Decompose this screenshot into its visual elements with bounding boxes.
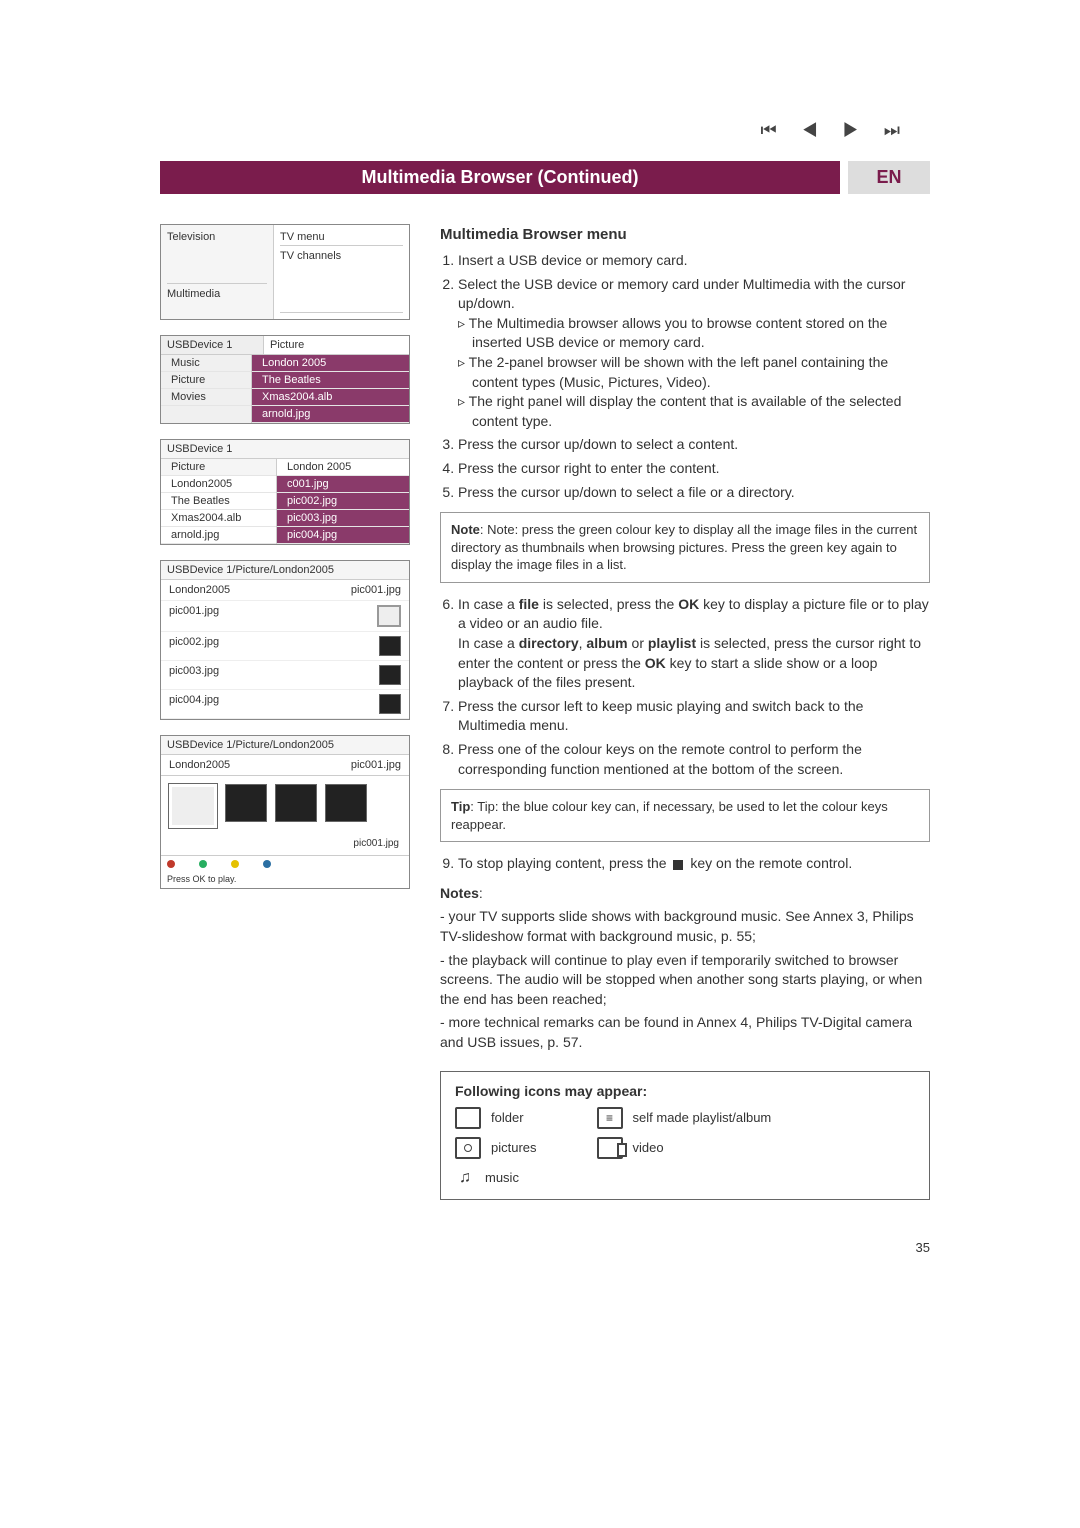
breadcrumb: USBDevice 1/Picture/London2005 — [161, 561, 409, 580]
usb-folder-panel: USBDevice 1 Picture London2005 The Beatl… — [160, 439, 410, 545]
substep-text: The Multimedia browser allows you to bro… — [469, 315, 888, 351]
list-item[interactable]: The Beatles — [252, 372, 409, 389]
blue-key-icon — [263, 860, 271, 868]
red-key-icon — [167, 860, 175, 868]
list-item[interactable]: pic001.jpg — [169, 605, 219, 627]
notes-block: Notes: - your TV supports slide shows wi… — [440, 884, 930, 1053]
list-item[interactable]: London2005 — [161, 476, 276, 493]
language-badge: EN — [848, 161, 930, 194]
step-text: To stop playing content, press the key o… — [458, 854, 930, 874]
thumbnail-icon — [379, 694, 401, 714]
header-row: Multimedia Browser (Continued) EN — [160, 161, 930, 194]
tv-label: Television — [167, 231, 267, 243]
step-text: Select the USB device or memory card und… — [458, 275, 930, 432]
player-hint: Press OK to play. — [161, 872, 409, 888]
step-text: In case a file is selected, press the OK… — [458, 595, 930, 693]
stop-key-icon — [673, 860, 683, 870]
music-icon — [455, 1167, 475, 1189]
step-text: Press one of the colour keys on the remo… — [458, 740, 930, 779]
folder-icon — [455, 1107, 481, 1129]
list-header: Picture — [161, 459, 276, 476]
pictures-icon — [455, 1137, 481, 1159]
list-item[interactable]: Xmas2004.alb — [161, 510, 276, 527]
usb-title: USBDevice 1 — [161, 336, 264, 354]
step-text: Press the cursor up/down to select a con… — [458, 435, 930, 455]
icon-label: music — [485, 1169, 519, 1187]
list-item[interactable]: pic002.jpg — [277, 493, 409, 510]
playlist-icon — [597, 1107, 623, 1129]
list-item[interactable]: Xmas2004.alb — [252, 389, 409, 406]
icon-label: pictures — [491, 1139, 537, 1157]
selected-file: pic001.jpg — [351, 584, 401, 596]
list-item[interactable]: The Beatles — [161, 493, 276, 510]
preview-thumbnail[interactable] — [275, 784, 317, 822]
step-text: Press the cursor left to keep music play… — [458, 697, 930, 736]
list-item[interactable]: pic004.jpg — [169, 694, 219, 714]
list-item[interactable]: pic003.jpg — [169, 665, 219, 685]
thumbnail-caption: pic001.jpg — [161, 836, 409, 855]
thumbnail-icon — [377, 605, 401, 627]
usb-content-panel: USBDevice 1 Picture Music Picture Movies… — [160, 335, 410, 424]
icon-legend-heading: Following icons may appear: — [455, 1083, 647, 1099]
preview-thumbnail[interactable] — [169, 784, 217, 828]
icon-legend-box: Following icons may appear: folder pictu… — [440, 1071, 930, 1201]
step-text: Press the cursor right to enter the cont… — [458, 459, 930, 479]
list-item[interactable]: pic004.jpg — [277, 527, 409, 544]
breadcrumb: USBDevice 1 — [161, 440, 409, 459]
folder-title: London2005 — [169, 759, 230, 771]
list-item[interactable]: pic002.jpg — [169, 636, 219, 656]
preview-thumbnail[interactable] — [325, 784, 367, 822]
selected-file: pic001.jpg — [351, 759, 401, 771]
page-nav-icons: ⏮ ◀ ▶ ⏭ — [160, 120, 930, 161]
list-item[interactable]: pic003.jpg — [277, 510, 409, 527]
icon-label: self made playlist/album — [633, 1109, 772, 1127]
list-item[interactable]: arnold.jpg — [161, 527, 276, 544]
video-icon — [597, 1137, 623, 1159]
folder-title: London2005 — [169, 584, 230, 596]
list-item[interactable]: Music — [161, 355, 251, 372]
preview-panel: USBDevice 1/Picture/London2005 London200… — [160, 735, 410, 889]
list-item[interactable]: London 2005 — [252, 355, 409, 372]
multimedia-label: Multimedia — [167, 283, 267, 300]
icon-label: folder — [491, 1109, 524, 1127]
icon-label: video — [633, 1139, 664, 1157]
list-header: London 2005 — [277, 459, 409, 476]
tv-channels-item[interactable]: TV channels — [280, 246, 403, 262]
substep-text: The 2-panel browser will be shown with t… — [469, 354, 888, 390]
usb-right-title: Picture — [264, 336, 409, 354]
step-text: Press the cursor up/down to select a fil… — [458, 483, 930, 503]
step-text: Insert a USB device or memory card. — [458, 251, 930, 271]
file-list-panel: USBDevice 1/Picture/London2005 London200… — [160, 560, 410, 720]
list-item[interactable]: Picture — [161, 372, 251, 389]
thumbnail-icon — [379, 665, 401, 685]
thumbnail-icon — [379, 636, 401, 656]
list-item[interactable]: c001.jpg — [277, 476, 409, 493]
section-heading: Multimedia Browser menu — [440, 224, 930, 245]
preview-thumbnail[interactable] — [225, 784, 267, 822]
list-item[interactable]: Movies — [161, 389, 251, 406]
page-number: 35 — [160, 1240, 930, 1255]
tv-menu-panel: Television Multimedia TV menu TV channel… — [160, 224, 410, 320]
tip-box: Tip: Tip: the blue colour key can, if ne… — [440, 789, 930, 842]
list-item[interactable]: arnold.jpg — [252, 406, 409, 423]
tv-menu-item[interactable]: TV menu — [280, 231, 403, 246]
yellow-key-icon — [231, 860, 239, 868]
note-box: Note: Note: press the green colour key t… — [440, 512, 930, 583]
substep-text: The right panel will display the content… — [469, 393, 902, 429]
breadcrumb: USBDevice 1/Picture/London2005 — [161, 736, 409, 755]
section-title: Multimedia Browser (Continued) — [160, 161, 840, 194]
green-key-icon — [199, 860, 207, 868]
